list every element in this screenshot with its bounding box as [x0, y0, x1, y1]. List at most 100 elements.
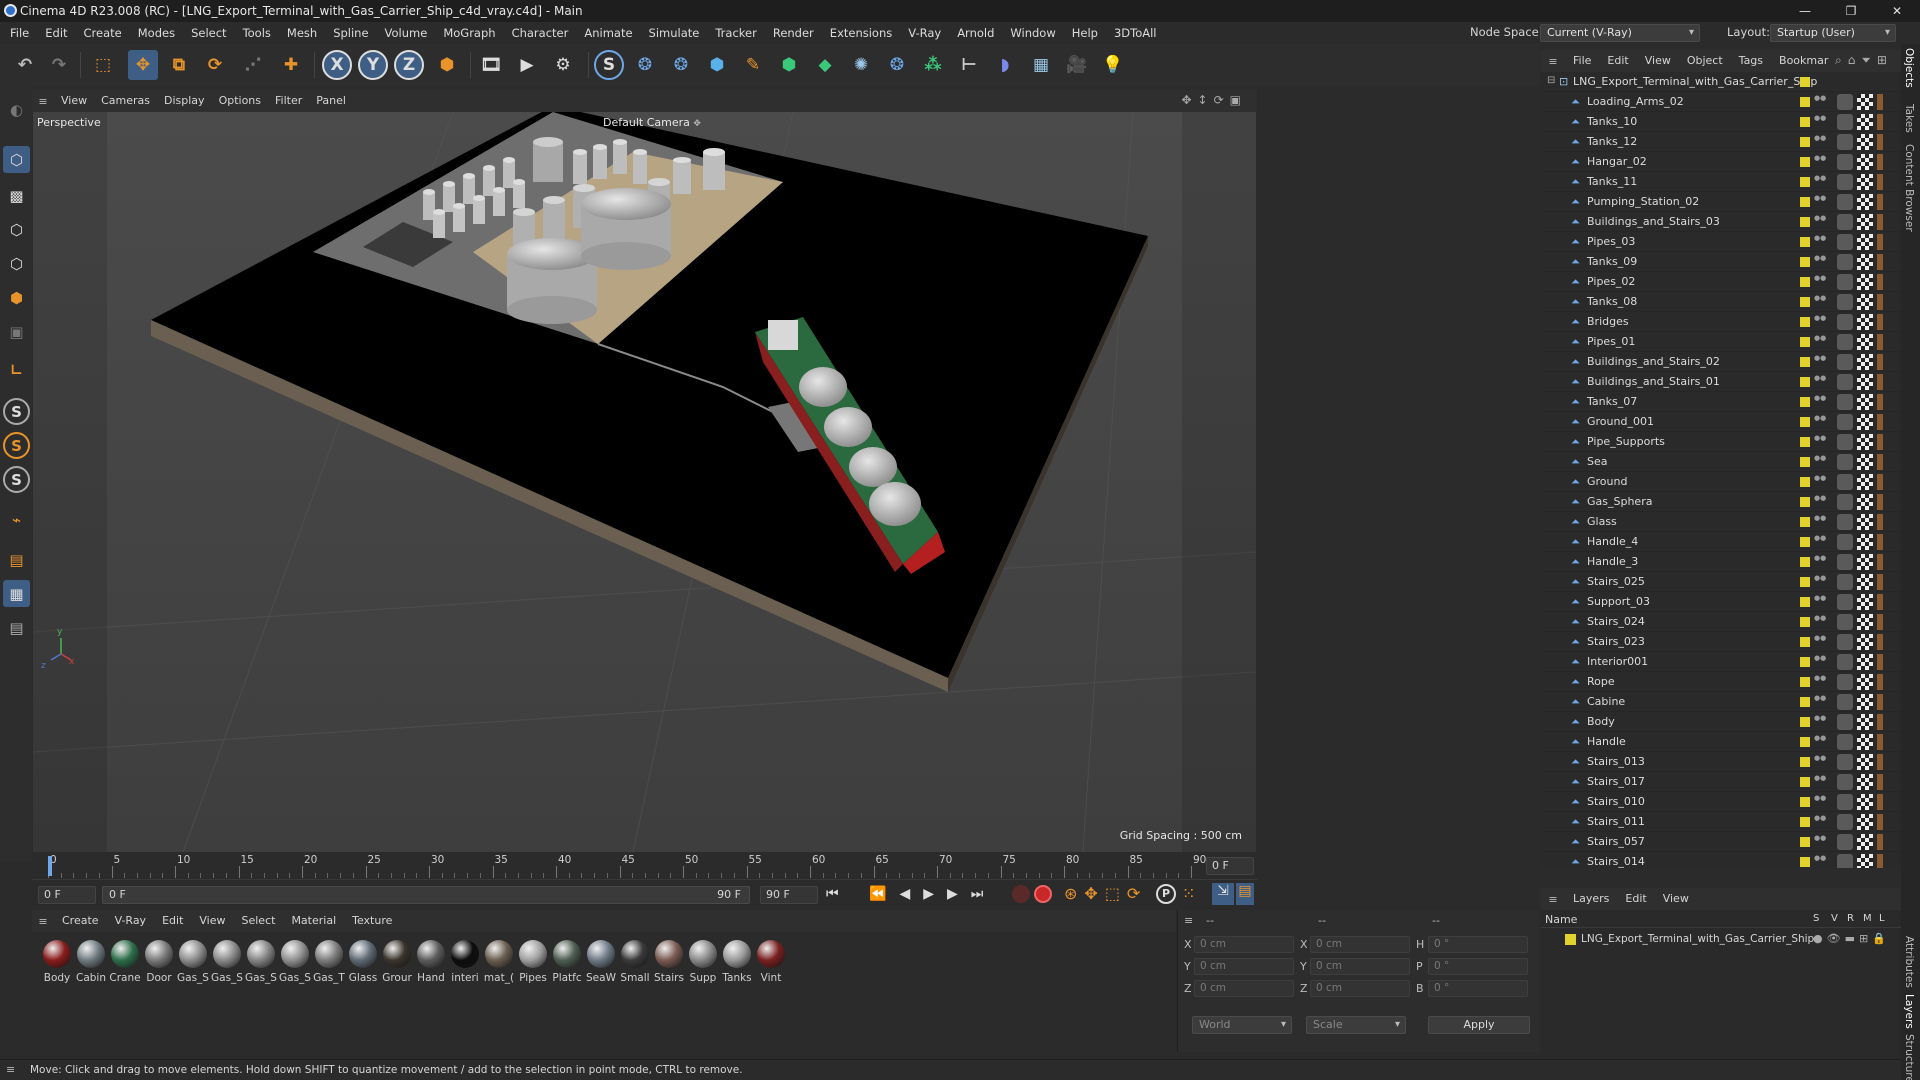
extra-tag-icon[interactable]	[1877, 194, 1883, 210]
material-swatch[interactable]: Gas_S	[278, 940, 312, 984]
material-menu-view[interactable]: View	[191, 910, 233, 932]
material-tag-icon[interactable]	[1837, 314, 1853, 330]
preview-range-slider[interactable]: 0 F 90 F	[102, 886, 750, 904]
3d-viewport[interactable]: x y z Perspective Default Camera ✥ Grid …	[33, 112, 1256, 852]
object-row[interactable]: ⏶ Stairs_017 ●●	[1541, 772, 1901, 792]
extra-tag-icon[interactable]	[1877, 574, 1883, 590]
render-view-icon[interactable]: 🎞	[476, 50, 506, 80]
vray-icon[interactable]: S	[594, 50, 624, 80]
layer-color-tag[interactable]	[1800, 417, 1810, 427]
keyframe-mode-icons[interactable]: ⊛✥⬚⟳	[1064, 884, 1147, 903]
menu-render[interactable]: Render	[765, 22, 822, 44]
workplane-grid-icon[interactable]: ▦	[3, 580, 30, 607]
texture-tag-icon[interactable]	[1857, 754, 1873, 770]
material-menu-v-ray[interactable]: V-Ray	[107, 910, 155, 932]
coord-mode-scale[interactable]: Scale	[1306, 1016, 1406, 1034]
undo-icon[interactable]: ↶	[10, 50, 40, 80]
menu-arnold[interactable]: Arnold	[949, 22, 1002, 44]
coord-size-field[interactable]: 0 cm	[1310, 980, 1410, 997]
menu-tracker[interactable]: Tracker	[707, 22, 765, 44]
extra-tag-icon[interactable]	[1877, 314, 1883, 330]
subdivision-icon[interactable]: ⬢	[774, 50, 804, 80]
object-row[interactable]: ⏶ Tanks_11 ●●	[1541, 172, 1901, 192]
visibility-dots-icon[interactable]: ●●	[1814, 195, 1826, 202]
material-tag-icon[interactable]	[1837, 214, 1853, 230]
visibility-dots-icon[interactable]: ●●	[1814, 775, 1826, 782]
visibility-dots-icon[interactable]: ●●	[1814, 315, 1826, 322]
object-row[interactable]: ⏶ Buildings_and_Stairs_01 ●●	[1541, 372, 1901, 392]
camera-icon[interactable]: 🎥	[1062, 50, 1092, 80]
material-tag-icon[interactable]	[1837, 594, 1853, 610]
menu-file[interactable]: File	[2, 22, 37, 44]
extra-tag-icon[interactable]	[1877, 494, 1883, 510]
extra-tag-icon[interactable]	[1877, 234, 1883, 250]
menu-window[interactable]: Window	[1002, 22, 1063, 44]
material-swatch[interactable]: Gas_S	[244, 940, 278, 984]
layer-color-tag[interactable]	[1800, 517, 1810, 527]
layer-color-tag[interactable]	[1800, 237, 1810, 247]
menu-mograph[interactable]: MoGraph	[435, 22, 503, 44]
pla-key-icon[interactable]: ⁙	[1182, 884, 1195, 903]
menu-character[interactable]: Character	[504, 22, 577, 44]
texture-tag-icon[interactable]	[1857, 214, 1873, 230]
menu-v-ray[interactable]: V-Ray	[900, 22, 949, 44]
extrude-icon[interactable]: ◆	[810, 50, 840, 80]
visibility-dots-icon[interactable]: ●●	[1814, 355, 1826, 362]
uv-mode-icon[interactable]: ▣	[3, 318, 30, 345]
material-tag-icon[interactable]	[1837, 294, 1853, 310]
camera-label[interactable]: Default Camera ✥	[603, 116, 701, 129]
material-tag-icon[interactable]	[1837, 134, 1853, 150]
material-tag-icon[interactable]	[1837, 514, 1853, 530]
scale-tool-icon[interactable]: ⧉	[164, 50, 194, 80]
tab-attributes[interactable]: Attributes	[1903, 936, 1915, 988]
tab-structure[interactable]: Structure	[1903, 1034, 1915, 1080]
coord-position-field[interactable]: 0 cm	[1194, 958, 1294, 975]
make-editable-icon[interactable]: ◐	[3, 96, 30, 123]
extra-tag-icon[interactable]	[1877, 374, 1883, 390]
polygons-mode-icon[interactable]: ⬢	[3, 284, 30, 311]
edges-mode-icon[interactable]: ⬡	[3, 250, 30, 277]
material-tag-icon[interactable]	[1837, 854, 1853, 868]
extra-tag-icon[interactable]	[1877, 714, 1883, 730]
layer-color-tag[interactable]	[1800, 477, 1810, 487]
extra-tag-icon[interactable]	[1877, 694, 1883, 710]
layer-color-tag[interactable]	[1800, 257, 1810, 267]
material-swatch[interactable]: Tanks	[720, 940, 754, 984]
status-hamburger-icon[interactable]: ≡	[6, 1063, 15, 1076]
extra-tag-icon[interactable]	[1877, 614, 1883, 630]
visibility-dots-icon[interactable]: ●●	[1814, 475, 1826, 482]
visibility-dots-icon[interactable]: ●●	[1814, 375, 1826, 382]
object-row[interactable]: ⏶ Stairs_010 ●●	[1541, 792, 1901, 812]
material-swatch[interactable]: Platfc	[550, 940, 584, 984]
texture-tag-icon[interactable]	[1857, 254, 1873, 270]
layer-color-tag[interactable]	[1800, 157, 1810, 167]
material-swatch[interactable]: Gas_S	[176, 940, 210, 984]
visibility-dots-icon[interactable]: ●●	[1814, 835, 1826, 842]
object-row[interactable]: ⏶ Tanks_08 ●●	[1541, 292, 1901, 312]
object-row[interactable]: ⏶ Pipes_01 ●●	[1541, 332, 1901, 352]
material-tag-icon[interactable]	[1837, 774, 1853, 790]
extra-tag-icon[interactable]	[1877, 734, 1883, 750]
object-row[interactable]: ⏶ Tanks_10 ●●	[1541, 112, 1901, 132]
object-row[interactable]: ⏶ Glass ●●	[1541, 512, 1901, 532]
material-tag-icon[interactable]	[1837, 414, 1853, 430]
visibility-dots-icon[interactable]: ●●	[1814, 415, 1826, 422]
minimize-button[interactable]: —	[1782, 0, 1828, 22]
material-tag-icon[interactable]	[1837, 654, 1853, 670]
object-row[interactable]: ⏶ Stairs_024 ●●	[1541, 612, 1901, 632]
measure-icon[interactable]: ⊢	[954, 50, 984, 80]
layer-color-tag[interactable]	[1800, 217, 1810, 227]
texture-tag-icon[interactable]	[1857, 274, 1873, 290]
extra-tag-icon[interactable]	[1877, 754, 1883, 770]
layer-color-tag[interactable]	[1800, 177, 1810, 187]
material-tag-icon[interactable]	[1837, 574, 1853, 590]
menu-animate[interactable]: Animate	[576, 22, 640, 44]
visibility-dots-icon[interactable]: ●●	[1814, 455, 1826, 462]
material-tag-icon[interactable]	[1837, 834, 1853, 850]
visibility-dots-icon[interactable]: ●●	[1814, 695, 1826, 702]
coord-size-field[interactable]: 0 cm	[1310, 936, 1410, 953]
layer-color-tag[interactable]	[1800, 817, 1810, 827]
material-tag-icon[interactable]	[1837, 534, 1853, 550]
z-axis-lock-icon[interactable]: Z	[394, 50, 424, 80]
object-row[interactable]: ⏶ Interior001 ●●	[1541, 652, 1901, 672]
